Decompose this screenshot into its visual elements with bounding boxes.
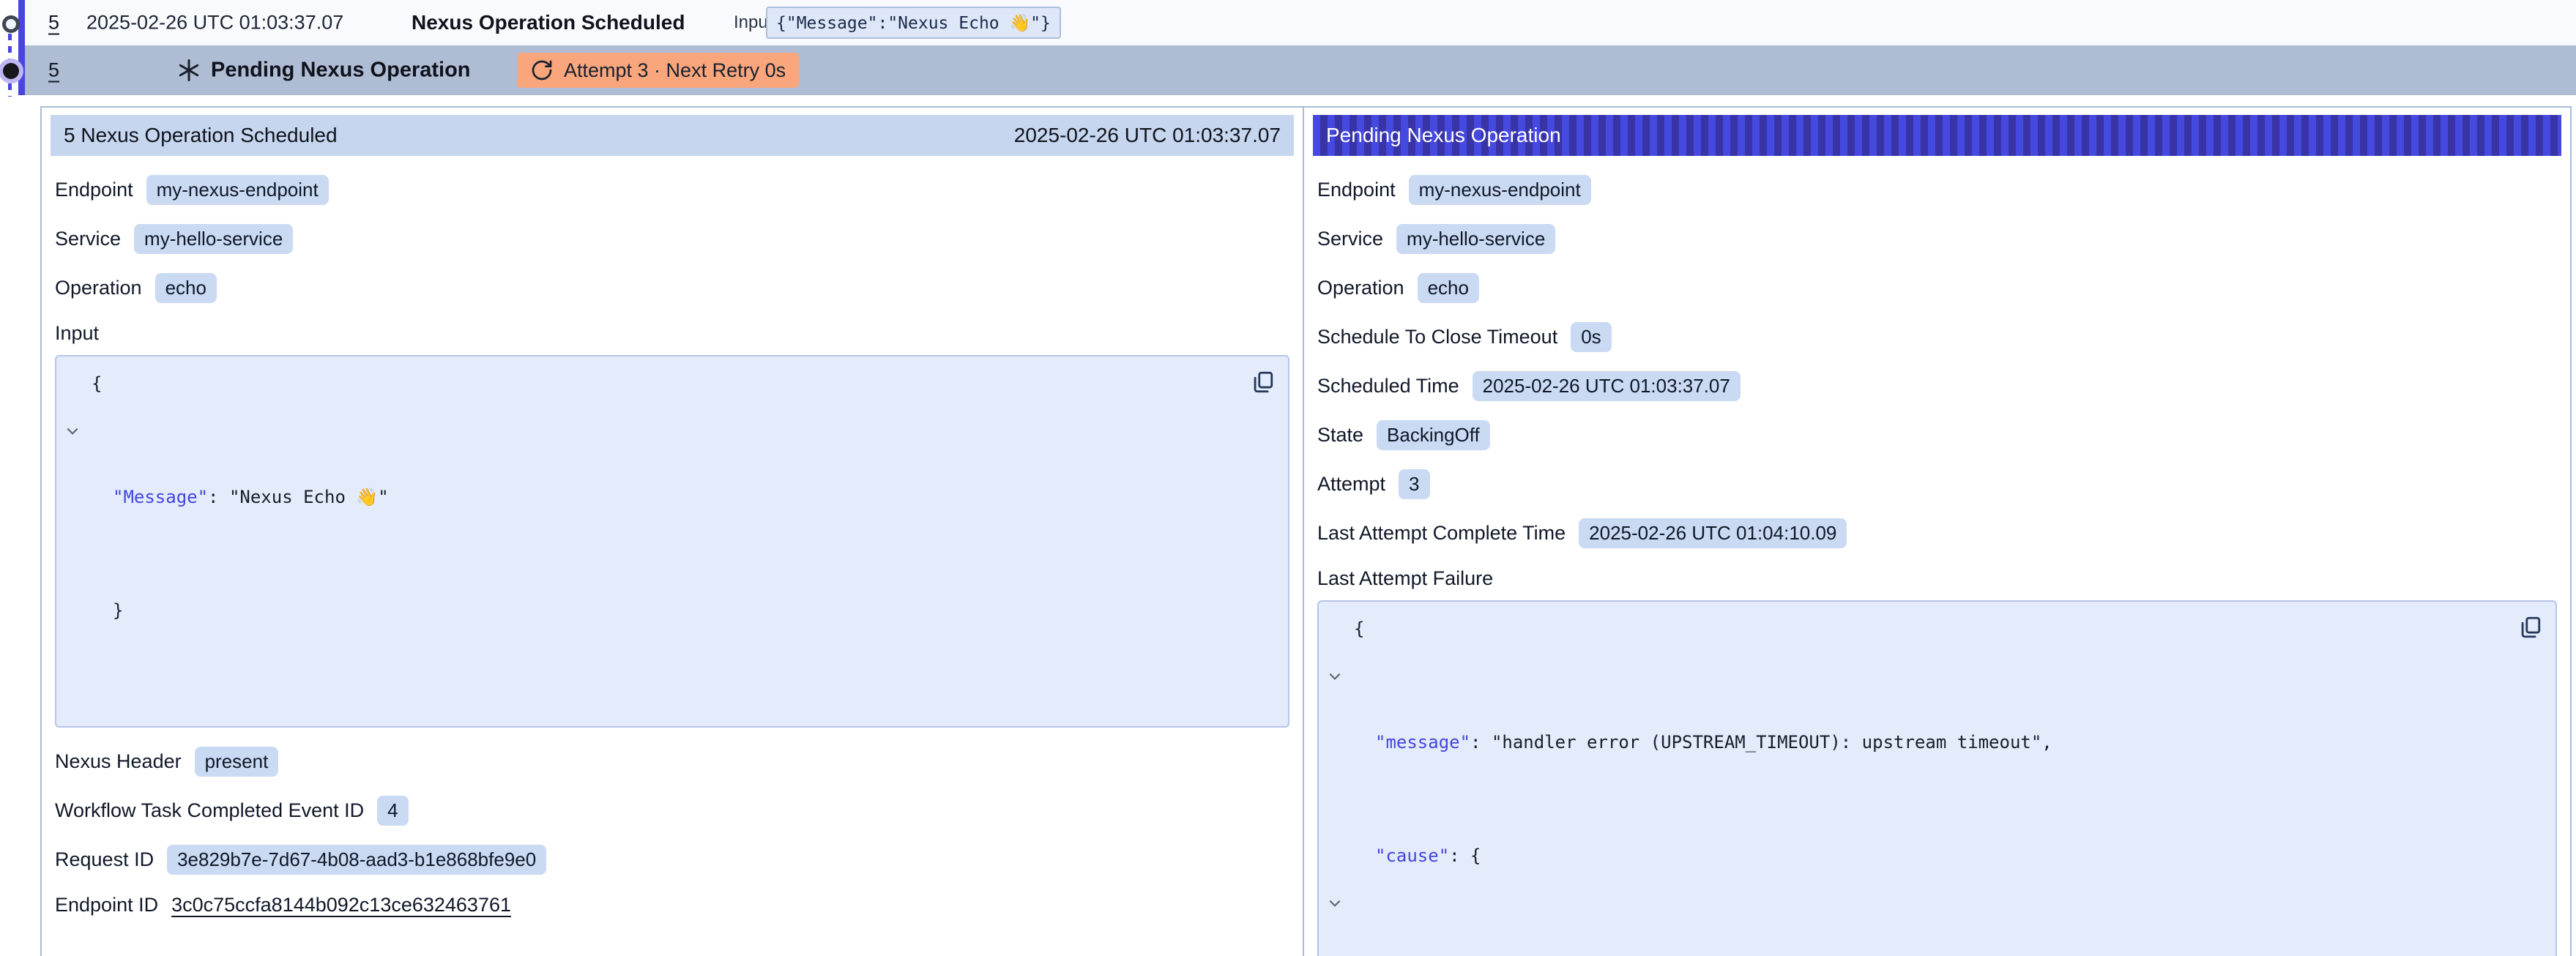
json-line: "cause": { bbox=[1329, 843, 2512, 956]
field-label: Request ID bbox=[55, 848, 154, 871]
retry-badge: Attempt 3 · Next Retry 0s bbox=[517, 53, 799, 88]
field-label: Endpoint bbox=[55, 179, 133, 201]
event-timestamp: 2025-02-26 UTC 01:03:37.07 bbox=[86, 12, 343, 34]
detail-field-row: Operation echo bbox=[1317, 273, 2557, 303]
json-text: { bbox=[1354, 619, 1364, 639]
input-preview-chip[interactable]: {"Message":"Nexus Echo 👋"} bbox=[766, 7, 1061, 39]
field-label: Service bbox=[55, 228, 121, 250]
field-value-chip: my-hello-service bbox=[134, 224, 293, 254]
scheduled-panel-timestamp: 2025-02-26 UTC 01:03:37.07 bbox=[1014, 124, 1281, 147]
json-key: "cause" bbox=[1375, 845, 1449, 866]
field-value-chip: 4 bbox=[377, 796, 408, 826]
json-key: "message" bbox=[1375, 732, 1470, 753]
detail-field-row: Endpoint my-nexus-endpoint bbox=[1317, 175, 2557, 205]
detail-field-row: State BackingOff bbox=[1317, 420, 2557, 450]
input-block-label: Input bbox=[55, 322, 1289, 345]
field-label: Attempt bbox=[1317, 473, 1385, 496]
field-label: Scheduled Time bbox=[1317, 375, 1459, 397]
detail-field-row: Service my-hello-service bbox=[1317, 224, 2557, 254]
copy-icon[interactable] bbox=[2517, 613, 2542, 641]
retry-badge-label: Attempt 3 · Next Retry 0s bbox=[564, 59, 786, 82]
json-text: } bbox=[113, 600, 123, 621]
field-value-chip: 2025-02-26 UTC 01:04:10.09 bbox=[1579, 518, 1847, 548]
scheduled-event-panel: 5 Nexus Operation Scheduled 2025-02-26 U… bbox=[42, 108, 1304, 956]
event-detail-container: 5 Nexus Operation Scheduled 2025-02-26 U… bbox=[40, 106, 2572, 956]
field-value-chip: my-nexus-endpoint bbox=[146, 175, 329, 205]
detail-field-row: Scheduled Time 2025-02-26 UTC 01:03:37.0… bbox=[1317, 371, 2557, 401]
json-line: "message": "handler error (UPSTREAM_TIME… bbox=[1329, 730, 2512, 843]
retry-icon bbox=[530, 59, 554, 82]
scheduled-panel-header: 5 Nexus Operation Scheduled 2025-02-26 U… bbox=[51, 115, 1294, 156]
timeline-current-dot-marker bbox=[3, 63, 19, 79]
field-value-chip: 3e829b7e-7d67-4b08-aad3-b1e868bfe9e0 bbox=[167, 845, 546, 875]
event-id-link[interactable]: 5 bbox=[48, 59, 59, 82]
field-label: State bbox=[1317, 424, 1363, 447]
collapse-chevron-icon[interactable] bbox=[1329, 616, 1354, 730]
detail-field-row: Last Attempt Complete Time 2025-02-26 UT… bbox=[1317, 518, 2557, 548]
pending-operation-panel: Pending Nexus Operation Endpoint my-nexu… bbox=[1304, 108, 2570, 956]
json-key: "Message" bbox=[113, 487, 208, 507]
pending-panel-title: Pending Nexus Operation bbox=[1326, 124, 1561, 147]
field-value-chip: present bbox=[195, 747, 279, 777]
field-label: Nexus Header bbox=[55, 750, 182, 773]
field-value-chip: 0s bbox=[1571, 322, 1611, 352]
pending-panel-header: Pending Nexus Operation bbox=[1313, 115, 2561, 156]
field-value-chip: my-hello-service bbox=[1396, 224, 1555, 254]
json-text: : { bbox=[1449, 845, 1481, 866]
event-title: Pending Nexus Operation bbox=[211, 59, 471, 83]
event-id-link[interactable]: 5 bbox=[48, 12, 59, 34]
json-text: : "Nexus Echo 👋" bbox=[208, 487, 389, 507]
json-text: : "handler error (UPSTREAM_TIMEOUT): ups… bbox=[1470, 732, 2052, 753]
pending-asterisk-icon bbox=[176, 57, 202, 83]
failure-block-label: Last Attempt Failure bbox=[1317, 567, 2557, 590]
json-line: "Message": "Nexus Echo 👋" bbox=[67, 485, 1244, 598]
field-label: Last Attempt Complete Time bbox=[1317, 522, 1566, 545]
field-label: Workflow Task Completed Event ID bbox=[55, 799, 364, 822]
field-label: Endpoint ID bbox=[55, 894, 158, 916]
detail-field-row: Endpoint my-nexus-endpoint bbox=[55, 175, 1289, 205]
field-value-chip: 3 bbox=[1399, 469, 1429, 499]
detail-field-row: Request ID 3e829b7e-7d67-4b08-aad3-b1e86… bbox=[55, 845, 1289, 875]
endpoint-id-link[interactable]: 3c0c75ccfa8144b092c13ce632463761 bbox=[171, 894, 511, 916]
endpoint-id-row: Endpoint ID 3c0c75ccfa8144b092c13ce63246… bbox=[55, 894, 1289, 916]
detail-field-row: Workflow Task Completed Event ID 4 bbox=[55, 796, 1289, 826]
field-value-chip: my-nexus-endpoint bbox=[1409, 175, 1591, 205]
field-label: Operation bbox=[1317, 277, 1404, 299]
scheduled-panel-title: 5 Nexus Operation Scheduled bbox=[64, 124, 338, 147]
copy-icon[interactable] bbox=[1250, 368, 1275, 396]
input-json-block: { "Message": "Nexus Echo 👋" } bbox=[55, 355, 1289, 728]
selected-event-indicator-bar bbox=[18, 0, 25, 95]
field-label: Schedule To Close Timeout bbox=[1317, 326, 1557, 348]
event-title: Nexus Operation Scheduled bbox=[412, 11, 685, 34]
collapse-chevron-icon[interactable] bbox=[67, 371, 92, 485]
timeline-open-circle-marker bbox=[2, 15, 20, 33]
field-value-chip: BackingOff bbox=[1377, 420, 1490, 450]
field-value-chip: 2025-02-26 UTC 01:03:37.07 bbox=[1473, 371, 1741, 401]
collapse-chevron-icon[interactable] bbox=[1329, 843, 1354, 956]
detail-field-row: Schedule To Close Timeout 0s bbox=[1317, 322, 2557, 352]
field-value-chip: echo bbox=[155, 273, 217, 303]
json-line: } bbox=[67, 598, 1244, 712]
detail-field-row: Attempt 3 bbox=[1317, 469, 2557, 499]
field-label: Endpoint bbox=[1317, 179, 1396, 201]
json-text: { bbox=[92, 373, 102, 394]
field-label: Service bbox=[1317, 228, 1383, 250]
json-line: { bbox=[67, 371, 1244, 485]
detail-field-row: Service my-hello-service bbox=[55, 224, 1289, 254]
failure-json-block: { "message": "handler error (UPSTREAM_TI… bbox=[1317, 600, 2557, 956]
event-row-scheduled[interactable]: 5 2025-02-26 UTC 01:03:37.07 Nexus Opera… bbox=[25, 0, 2576, 45]
field-value-chip: echo bbox=[1418, 273, 1479, 303]
detail-field-row: Operation echo bbox=[55, 273, 1289, 303]
event-row-pending[interactable]: 5 Pending Nexus Operation Attempt 3 · Ne… bbox=[25, 45, 2576, 95]
field-label: Operation bbox=[55, 277, 142, 299]
detail-field-row: Nexus Header present bbox=[55, 747, 1289, 777]
json-line: { bbox=[1329, 616, 2512, 730]
